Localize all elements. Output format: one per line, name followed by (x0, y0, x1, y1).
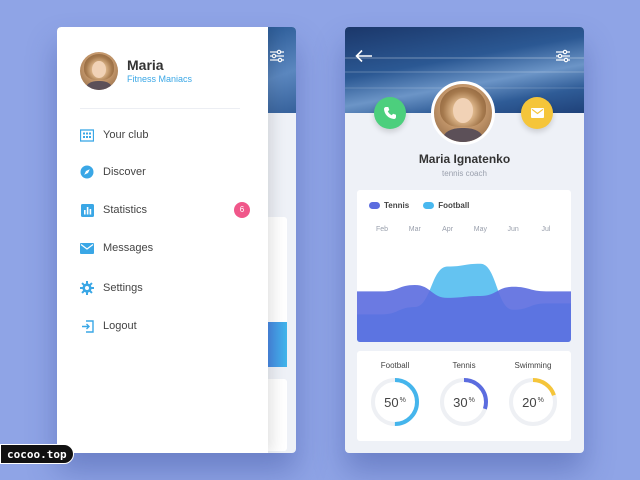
legend-swatch (423, 202, 435, 209)
x-tick-label: May (473, 226, 488, 233)
x-tick-label: Mar (408, 226, 421, 233)
legend-label: Football (438, 201, 470, 210)
building-icon (80, 128, 94, 142)
legend-label: Tennis (384, 201, 410, 210)
bar-chart-icon (80, 203, 94, 217)
menu-item-messages[interactable]: Messages (80, 237, 250, 259)
stat-label: Swimming (514, 361, 552, 370)
user-name: Maria (127, 57, 164, 73)
chart-legend: Tennis Football (369, 201, 469, 210)
mail-icon (530, 108, 544, 118)
x-tick-label: Jul (541, 226, 551, 233)
menu-item-label: Logout (103, 320, 137, 332)
progress-ring: 30% (439, 377, 489, 427)
x-axis-labels: Feb Mar Apr May Jun Jul (357, 226, 571, 236)
stat-unit: % (537, 396, 544, 404)
mail-icon (80, 241, 94, 255)
gear-icon (80, 281, 94, 295)
watermark: cocoo.top (0, 444, 74, 464)
avatar[interactable] (80, 52, 118, 90)
x-tick-label: Apr (442, 226, 454, 233)
phone-icon (384, 107, 396, 119)
x-tick-label: Jun (507, 226, 519, 233)
progress-ring: 50% (370, 377, 420, 427)
notification-badge: 6 (234, 202, 250, 218)
menu-item-statistics[interactable]: Statistics 6 (80, 199, 250, 221)
stat-value: 50 (384, 394, 399, 410)
menu-item-label: Statistics (103, 204, 148, 216)
area-chart (357, 263, 571, 342)
filter-icon[interactable] (269, 49, 285, 63)
filter-icon[interactable] (555, 49, 571, 63)
profile-avatar[interactable] (431, 81, 495, 145)
navigation-drawer: Maria Fitness Maniacs Your club Discover… (57, 27, 268, 453)
message-button[interactable] (521, 97, 553, 129)
x-tick-label: Feb (375, 226, 389, 233)
menu-item-your-club[interactable]: Your club (80, 124, 250, 146)
stat-unit: % (399, 396, 406, 404)
profile-role: tennis coach (442, 169, 487, 178)
drawer-phone-screen: Maria Fitness Maniacs Your club Discover… (57, 27, 296, 453)
stat-label: Tennis (452, 361, 476, 370)
menu-item-label: Messages (103, 242, 154, 254)
logout-icon (80, 319, 94, 333)
menu-item-discover[interactable]: Discover (80, 161, 250, 183)
menu-item-label: Discover (103, 166, 146, 178)
back-arrow-icon[interactable] (355, 49, 373, 63)
user-group[interactable]: Fitness Maniacs (127, 74, 192, 84)
compass-icon (80, 165, 94, 179)
stat-value: 30 (453, 394, 468, 410)
profile-phone-screen: Maria Ignatenko tennis coach Tennis Foot… (345, 27, 584, 453)
legend-item-tennis[interactable]: Tennis (369, 201, 409, 210)
progress-ring: 20% (508, 377, 558, 427)
stat-tennis[interactable]: Tennis 30% (434, 361, 494, 427)
legend-item-football[interactable]: Football (423, 201, 469, 210)
activity-chart-card: Tennis Football Feb Mar Apr May Jun Jul (357, 190, 571, 342)
profile-name: Maria Ignatenko (418, 152, 511, 166)
divider (80, 108, 240, 109)
stat-label: Football (380, 361, 410, 370)
call-button[interactable] (374, 97, 406, 129)
stat-unit: % (468, 396, 475, 404)
sport-stats-card: Football 50% Tennis 30% Swimming 20% (357, 351, 571, 441)
menu-item-label: Your club (103, 129, 149, 141)
menu-item-label: Settings (103, 282, 143, 294)
stat-football[interactable]: Football 50% (365, 361, 425, 427)
menu-item-logout[interactable]: Logout (80, 315, 250, 337)
stat-value: 20 (522, 394, 537, 410)
menu-item-settings[interactable]: Settings (80, 277, 250, 299)
legend-swatch (369, 202, 380, 209)
stat-swimming[interactable]: Swimming 20% (503, 361, 563, 427)
